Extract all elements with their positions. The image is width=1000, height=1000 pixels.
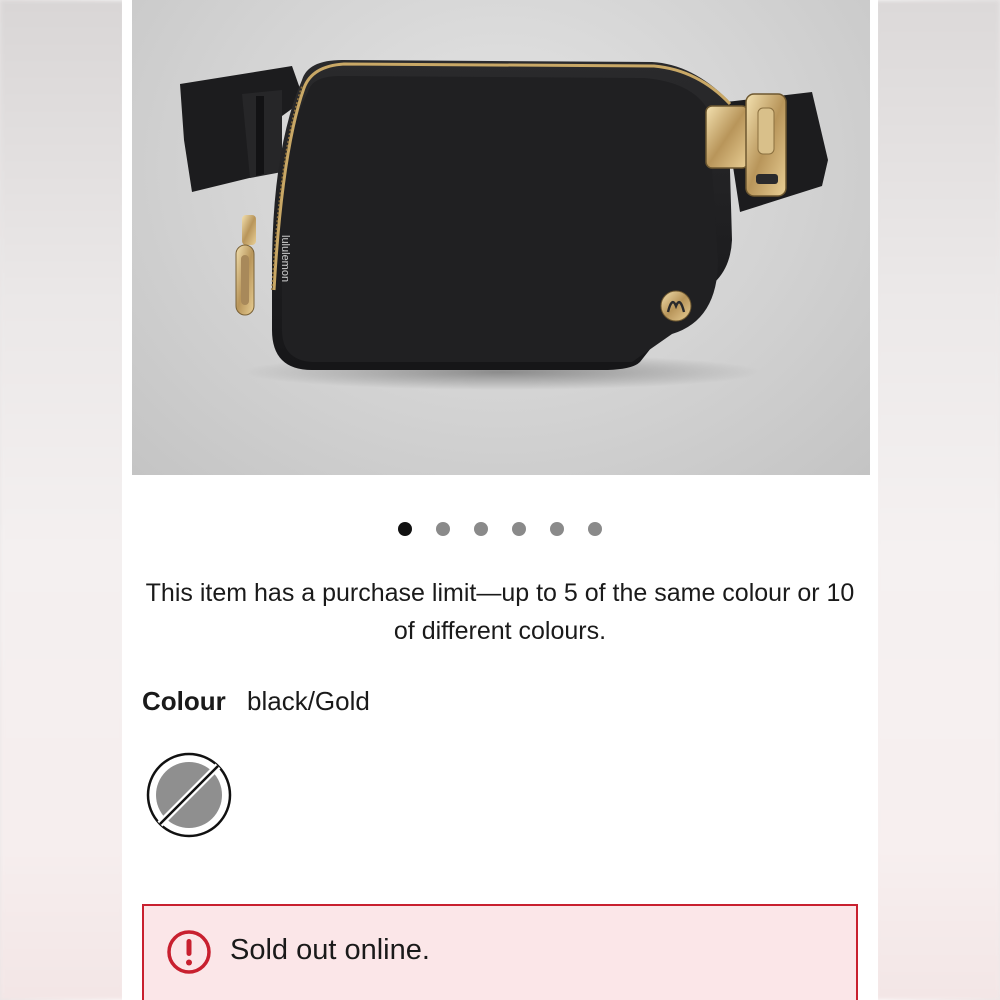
belt-bag-illustration: lululemon: [180, 60, 828, 390]
carousel-dot-3[interactable]: [474, 522, 488, 536]
carousel-dot-5[interactable]: [550, 522, 564, 536]
purchase-limit-notice: This item has a purchase limit—up to 5 o…: [145, 579, 855, 645]
carousel-dot-1[interactable]: [398, 522, 412, 536]
exclamation-circle-icon: [167, 930, 211, 974]
carousel-dot-4[interactable]: [512, 522, 526, 536]
colour-label: Colour: [142, 686, 226, 716]
colour-swatch-unavailable[interactable]: [146, 752, 232, 838]
carousel-indicators: [122, 522, 878, 542]
background-blur-left: [0, 0, 125, 1000]
carousel-dot-6[interactable]: [588, 522, 602, 536]
unavailable-swatch-icon: [146, 752, 232, 838]
carousel-dot-2[interactable]: [436, 522, 450, 536]
sold-out-alert: Sold out online.: [142, 904, 858, 1000]
svg-text:lululemon: lululemon: [279, 235, 291, 282]
product-image[interactable]: lululemon: [132, 0, 870, 475]
sold-out-message: Sold out online.: [230, 934, 430, 966]
product-screen: lululemon This item has a purchase limit…: [122, 0, 878, 1000]
colour-value: black/Gold: [247, 686, 370, 716]
colour-selection-row: Colour black/Gold: [142, 686, 370, 717]
background-blur-right: [875, 0, 1000, 1000]
